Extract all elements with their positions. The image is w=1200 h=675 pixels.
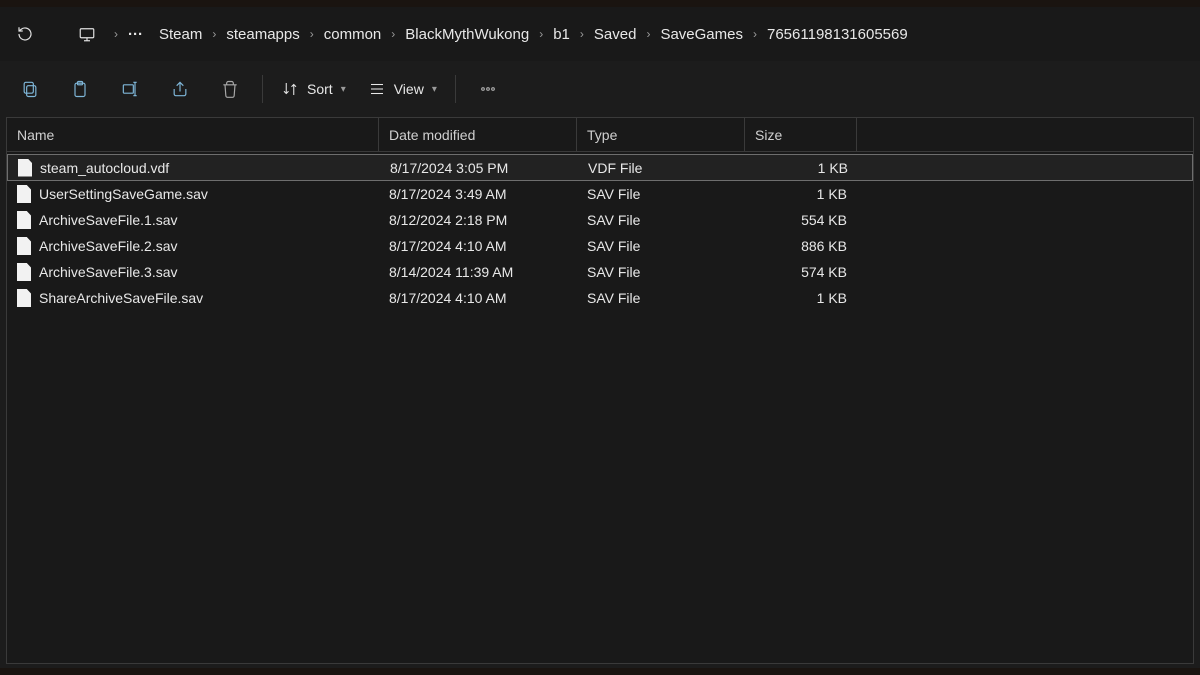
file-type: SAV File <box>577 233 745 259</box>
file-date: 8/17/2024 4:10 AM <box>379 285 577 311</box>
view-label: View <box>394 81 424 97</box>
sort-indicator-icon: ⌃ <box>189 117 197 123</box>
breadcrumb-separator-icon: › <box>537 17 545 51</box>
file-date: 8/17/2024 3:49 AM <box>379 181 577 207</box>
file-row[interactable]: UserSettingSaveGame.sav 8/17/2024 3:49 AM… <box>7 181 1193 207</box>
breadcrumb-item[interactable]: Saved <box>586 17 645 51</box>
file-icon <box>17 185 31 203</box>
file-icon <box>18 159 32 177</box>
file-row[interactable]: ArchiveSaveFile.2.sav 8/17/2024 4:10 AMSA… <box>7 233 1193 259</box>
sort-label: Sort <box>307 81 333 97</box>
file-name: ArchiveSaveFile.1.sav <box>39 212 178 228</box>
file-date: 8/17/2024 4:10 AM <box>379 233 577 259</box>
breadcrumb-separator-icon: › <box>389 17 397 51</box>
file-date: 8/17/2024 3:05 PM <box>380 155 578 180</box>
more-button[interactable] <box>464 69 512 109</box>
breadcrumb-item[interactable]: steamapps <box>218 17 307 51</box>
rename-button[interactable] <box>106 69 154 109</box>
file-size: 574 KB <box>745 259 857 285</box>
share-button[interactable] <box>156 69 204 109</box>
file-type: VDF File <box>578 155 746 180</box>
file-row[interactable]: ArchiveSaveFile.1.sav 8/12/2024 2:18 PMSA… <box>7 207 1193 233</box>
file-icon <box>17 263 31 281</box>
file-name: ArchiveSaveFile.2.sav <box>39 238 178 254</box>
paste-button[interactable] <box>56 69 104 109</box>
breadcrumb-separator-icon: › <box>112 17 120 51</box>
file-type: SAV File <box>577 285 745 311</box>
toolbar-separator <box>455 75 456 103</box>
file-size: 886 KB <box>745 233 857 259</box>
file-size: 554 KB <box>745 207 857 233</box>
this-pc-icon[interactable] <box>66 13 108 55</box>
file-type: SAV File <box>577 259 745 285</box>
toolbar: Sort ▾ View ▾ <box>0 61 1200 117</box>
file-row[interactable]: ArchiveSaveFile.3.sav 8/14/2024 11:39 AMS… <box>7 259 1193 285</box>
file-date: 8/14/2024 11:39 AM <box>379 259 577 285</box>
file-icon <box>17 237 31 255</box>
file-size: 1 KB <box>745 181 857 207</box>
breadcrumb-overflow[interactable]: ··· <box>120 17 151 51</box>
view-dropdown[interactable]: View ▾ <box>358 69 447 109</box>
explorer-window: ›···Steam›steamapps›common›BlackMythWuko… <box>0 7 1200 668</box>
breadcrumb-item[interactable]: 76561198131605569 <box>759 17 916 51</box>
breadcrumb-item[interactable]: SaveGames <box>652 17 751 51</box>
breadcrumb-separator-icon: › <box>578 17 586 51</box>
file-name: ShareArchiveSaveFile.sav <box>39 290 203 306</box>
breadcrumb-item[interactable]: common <box>316 17 390 51</box>
breadcrumb: ›···Steam›steamapps›common›BlackMythWuko… <box>110 17 1196 51</box>
column-name[interactable]: Name ⌃ <box>7 118 379 151</box>
breadcrumb-separator-icon: › <box>308 17 316 51</box>
file-row[interactable]: ShareArchiveSaveFile.sav 8/17/2024 4:10 A… <box>7 285 1193 311</box>
file-icon <box>17 289 31 307</box>
breadcrumb-item[interactable]: BlackMythWukong <box>397 17 537 51</box>
file-size: 1 KB <box>745 285 857 311</box>
refresh-button[interactable] <box>4 13 46 55</box>
file-row[interactable]: steam_autocloud.vdf 8/17/2024 3:05 PMVDF … <box>7 154 1193 181</box>
sort-dropdown[interactable]: Sort ▾ <box>271 69 356 109</box>
breadcrumb-separator-icon: › <box>210 17 218 51</box>
file-date: 8/12/2024 2:18 PM <box>379 207 577 233</box>
file-icon <box>17 211 31 229</box>
toolbar-separator <box>262 75 263 103</box>
column-size[interactable]: Size <box>745 118 857 151</box>
file-type: SAV File <box>577 207 745 233</box>
breadcrumb-separator-icon: › <box>644 17 652 51</box>
chevron-down-icon: ▾ <box>341 84 346 95</box>
file-list: Name ⌃ Date modified Type Size steam_aut… <box>6 117 1194 664</box>
breadcrumb-separator-icon: › <box>751 17 759 51</box>
breadcrumb-item[interactable]: b1 <box>545 17 578 51</box>
breadcrumb-item[interactable]: Steam <box>151 17 210 51</box>
file-name: ArchiveSaveFile.3.sav <box>39 264 178 280</box>
delete-button[interactable] <box>206 69 254 109</box>
copy-button[interactable] <box>6 69 54 109</box>
chevron-down-icon: ▾ <box>432 84 437 95</box>
column-type[interactable]: Type <box>577 118 745 151</box>
file-name: UserSettingSaveGame.sav <box>39 186 208 202</box>
file-size: 1 KB <box>746 155 858 180</box>
column-date[interactable]: Date modified <box>379 118 577 151</box>
file-name: steam_autocloud.vdf <box>40 160 169 176</box>
address-bar: ›···Steam›steamapps›common›BlackMythWuko… <box>0 7 1200 61</box>
file-type: SAV File <box>577 181 745 207</box>
column-headers: Name ⌃ Date modified Type Size <box>7 118 1193 152</box>
